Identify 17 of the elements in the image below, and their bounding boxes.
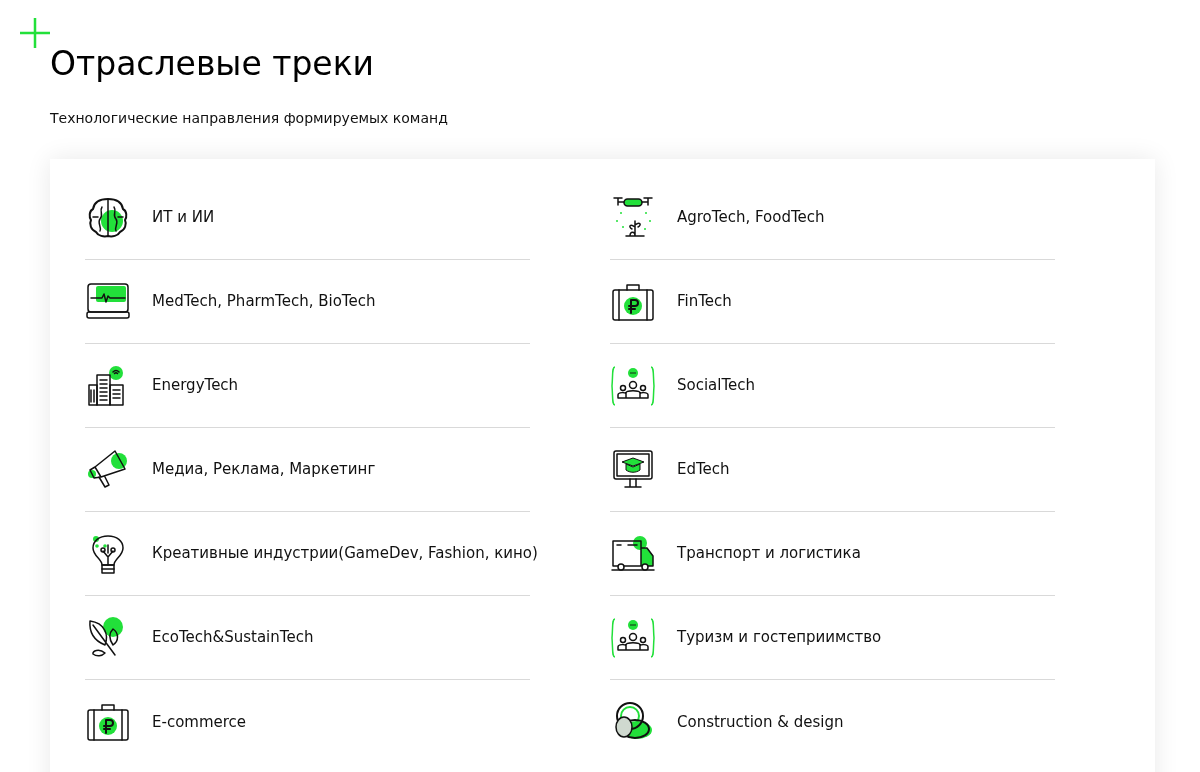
track-label: EdTech [677,459,730,481]
track-label: EnergyTech [152,375,239,397]
track-label: E-commerce [152,711,247,733]
track-label: FinTech [677,291,732,313]
track-label: Медиа, Реклама, Маркетинг [152,459,376,481]
track-label: AgroTech, FoodTech [677,207,825,229]
track-label: EcoTech&SustainTech [152,627,314,649]
track-label: Транспорт и логистика [677,543,861,565]
page-subtitle: Технологические направления формируемых команд [50,109,449,128]
track-label: ИТ и ИИ [152,207,215,229]
track-label: SocialTech [677,375,756,397]
track-label: Construction & design [677,711,844,733]
plus-icon [20,18,50,48]
page-title: Отраслевые треки [50,43,376,85]
track-label: Креативные индустрии(GameDev, Fashion, кино) [152,543,538,565]
track-label: Туризм и гостеприимство [677,627,882,649]
track-label: MedTech, PharmTech, BioTech [152,291,376,313]
